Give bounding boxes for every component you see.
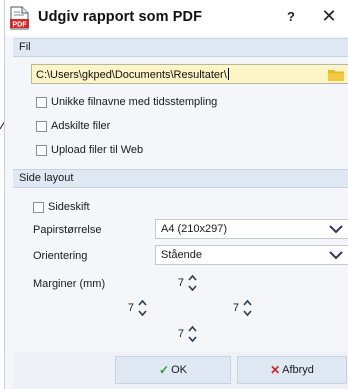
chevron-down-icon bbox=[329, 251, 343, 260]
margins-label: Marginer (mm) bbox=[33, 278, 106, 290]
help-button[interactable]: ? bbox=[282, 9, 300, 24]
orientation-value: Stående bbox=[161, 249, 202, 261]
ok-button[interactable]: ✓ OK bbox=[115, 356, 231, 384]
output-path-value: C:\Users\gkped\Documents\Resultater\ bbox=[36, 68, 229, 81]
checkbox-label: Unikke filnavne med tidsstempling bbox=[51, 96, 218, 108]
chevron-up-icon[interactable] bbox=[137, 298, 148, 308]
cancel-button-label: Afbryd bbox=[282, 364, 314, 376]
pdf-icon-text: PDF bbox=[13, 22, 28, 29]
upload-web-checkbox[interactable]: Upload filer til Web bbox=[36, 142, 143, 158]
margin-left-stepper[interactable]: 7 bbox=[122, 298, 148, 318]
checkbox-label: Sideskift bbox=[48, 201, 90, 213]
pdf-file-icon: PDF bbox=[10, 6, 29, 30]
publish-pdf-dialog: PDF Udgiv rapport som PDF ? ✕ Fil C:\Use… bbox=[4, 0, 348, 389]
checkbox-box[interactable] bbox=[36, 144, 47, 156]
chevron-down-icon[interactable] bbox=[187, 283, 198, 293]
chevron-down-icon[interactable] bbox=[187, 334, 198, 344]
chevron-down-icon[interactable] bbox=[242, 308, 253, 318]
cancel-button[interactable]: ✕ Afbryd bbox=[237, 356, 347, 384]
ok-button-label: OK bbox=[171, 364, 187, 376]
stepper-arrows bbox=[137, 298, 148, 318]
margin-top-stepper[interactable]: 7 bbox=[172, 273, 198, 293]
margin-right-stepper[interactable]: 7 bbox=[227, 298, 253, 318]
margin-right-value[interactable]: 7 bbox=[227, 302, 239, 314]
orientation-select[interactable]: Stående bbox=[155, 245, 348, 265]
stepper-arrows bbox=[187, 273, 198, 293]
cross-icon: ✕ bbox=[270, 363, 281, 377]
page-break-checkbox[interactable]: Sideskift bbox=[33, 199, 90, 215]
folder-browse-icon[interactable] bbox=[328, 68, 344, 81]
margin-bottom-stepper[interactable]: 7 bbox=[172, 324, 198, 344]
separate-files-checkbox[interactable]: Adskilte filer bbox=[36, 118, 110, 134]
checkmark-icon: ✓ bbox=[159, 363, 170, 377]
title-bar: PDF Udgiv rapport som PDF ? ✕ bbox=[5, 0, 348, 36]
checkbox-label: Upload filer til Web bbox=[51, 144, 144, 156]
section-header-fil: Fil bbox=[13, 38, 348, 57]
margin-top-value[interactable]: 7 bbox=[172, 277, 184, 289]
output-path-field[interactable]: C:\Users\gkped\Documents\Resultater\ bbox=[31, 64, 348, 84]
unique-filenames-checkbox[interactable]: Unikke filnavne med tidsstempling bbox=[36, 94, 217, 110]
margin-bottom-value[interactable]: 7 bbox=[172, 328, 184, 340]
text-caret bbox=[227, 68, 229, 80]
orientation-label: Orientering bbox=[33, 250, 88, 262]
checkbox-box[interactable] bbox=[36, 96, 47, 108]
paper-size-select[interactable]: A4 (210x297) bbox=[155, 219, 348, 239]
chevron-down-icon bbox=[329, 225, 343, 234]
margin-left-value[interactable]: 7 bbox=[122, 302, 134, 314]
chevron-down-icon[interactable] bbox=[137, 308, 148, 318]
paper-size-label: Papirstørrelse bbox=[33, 224, 102, 236]
chevron-up-icon[interactable] bbox=[187, 324, 198, 334]
stepper-arrows bbox=[242, 298, 253, 318]
chevron-up-icon[interactable] bbox=[242, 298, 253, 308]
checkbox-box[interactable] bbox=[33, 201, 44, 213]
section-header-side-layout: Side layout bbox=[13, 169, 348, 188]
chevron-up-icon[interactable] bbox=[187, 273, 198, 283]
paper-size-value: A4 (210x297) bbox=[161, 223, 228, 235]
checkbox-label: Adskilte filer bbox=[51, 120, 111, 132]
checkbox-box[interactable] bbox=[36, 120, 47, 132]
close-button[interactable]: ✕ bbox=[319, 6, 339, 26]
stepper-arrows bbox=[187, 324, 198, 344]
dialog-title: Udgiv rapport som PDF bbox=[38, 9, 203, 25]
